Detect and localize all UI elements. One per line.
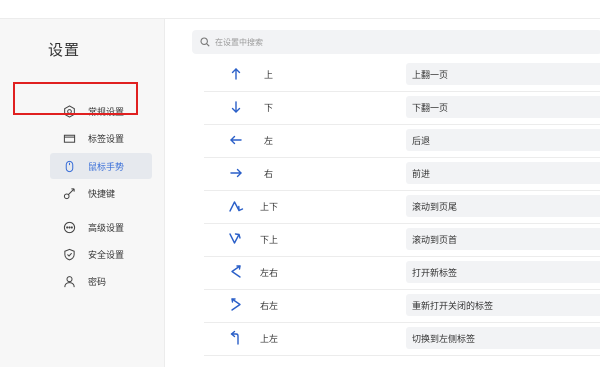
gesture-action-select[interactable]: 滚动到页尾 — [406, 195, 600, 217]
highlight-annotation-box — [13, 82, 138, 115]
shield-icon — [62, 247, 76, 261]
gesture-action-select[interactable]: 后退 — [406, 129, 600, 151]
window-top-bar — [0, 0, 600, 19]
mouse-icon — [62, 159, 76, 173]
gesture-action-select[interactable]: 前进 — [406, 162, 600, 184]
sidebar-item-label: 标签设置 — [88, 134, 125, 145]
user-icon — [62, 274, 76, 288]
arrow-right-icon — [228, 165, 244, 181]
gesture-action-select[interactable]: 切换到左侧标签 — [406, 327, 600, 349]
gesture-row: 右左 重新打开关闭的标签 — [204, 289, 600, 323]
gesture-row: 左右 打开新标签 — [204, 256, 600, 290]
sidebar: 设置 常规设置 标签设置 鼠标手势 快捷键 高级设置 安全设置 密码 — [0, 19, 165, 367]
gesture-action-select[interactable]: 重新打开关闭的标签 — [406, 294, 600, 316]
sidebar-item-security[interactable]: 安全设置 — [50, 241, 152, 267]
gesture-left-right-icon — [228, 264, 244, 280]
page-title: 设置 — [48, 41, 81, 59]
sidebar-item-shortcuts[interactable]: 快捷键 — [50, 180, 152, 206]
gesture-action-select[interactable]: 下翻一页 — [406, 96, 600, 118]
sidebar-item-label: 安全设置 — [88, 250, 125, 261]
sidebar-item-password[interactable]: 密码 — [50, 268, 152, 294]
tab-icon — [62, 131, 76, 145]
sidebar-item-mouse-gesture[interactable]: 鼠标手势 — [50, 153, 152, 179]
arrow-down-icon — [228, 99, 244, 115]
gesture-name: 右左 — [260, 302, 279, 312]
search-bar[interactable] — [192, 30, 600, 54]
gesture-name: 上下 — [260, 203, 279, 213]
gesture-row: 上 上翻一页 — [204, 58, 600, 92]
gesture-name: 左 — [264, 137, 274, 147]
gesture-row: 上下 滚动到页尾 — [204, 190, 600, 224]
gesture-row: 下 下翻一页 — [204, 91, 600, 125]
gesture-right-left-icon — [228, 297, 244, 313]
gesture-action-select[interactable]: 打开新标签 — [406, 261, 600, 283]
search-icon — [200, 37, 210, 47]
sidebar-item-tabs[interactable]: 标签设置 — [50, 125, 152, 151]
shortcut-key-icon — [62, 186, 76, 200]
gesture-name: 上 — [264, 71, 274, 81]
gesture-name: 下上 — [260, 236, 279, 246]
gesture-up-left-icon — [228, 330, 244, 346]
gesture-row: 右 前进 — [204, 157, 600, 191]
sidebar-item-label: 快捷键 — [88, 189, 116, 200]
sidebar-item-label: 高级设置 — [88, 223, 125, 234]
gesture-action-select[interactable]: 滚动到页首 — [406, 228, 600, 250]
search-input[interactable] — [215, 37, 515, 47]
gesture-row: 左 后退 — [204, 124, 600, 158]
gesture-down-up-icon — [228, 231, 244, 247]
arrow-up-icon — [228, 66, 244, 82]
gesture-name: 下 — [264, 104, 274, 114]
gesture-row: 上左 切换到左侧标签 — [204, 322, 600, 356]
sidebar-item-advanced[interactable]: 高级设置 — [50, 214, 152, 240]
gesture-name: 右 — [264, 170, 274, 180]
gesture-row: 下上 滚动到页首 — [204, 223, 600, 257]
gesture-name: 左右 — [260, 269, 279, 279]
sidebar-item-label: 密码 — [88, 277, 107, 288]
sidebar-item-label: 鼠标手势 — [88, 162, 125, 173]
gesture-up-down-icon — [228, 198, 244, 214]
gesture-name: 上左 — [260, 335, 279, 345]
arrow-left-icon — [228, 132, 244, 148]
gesture-action-select[interactable]: 上翻一页 — [406, 63, 600, 85]
more-icon — [62, 220, 76, 234]
